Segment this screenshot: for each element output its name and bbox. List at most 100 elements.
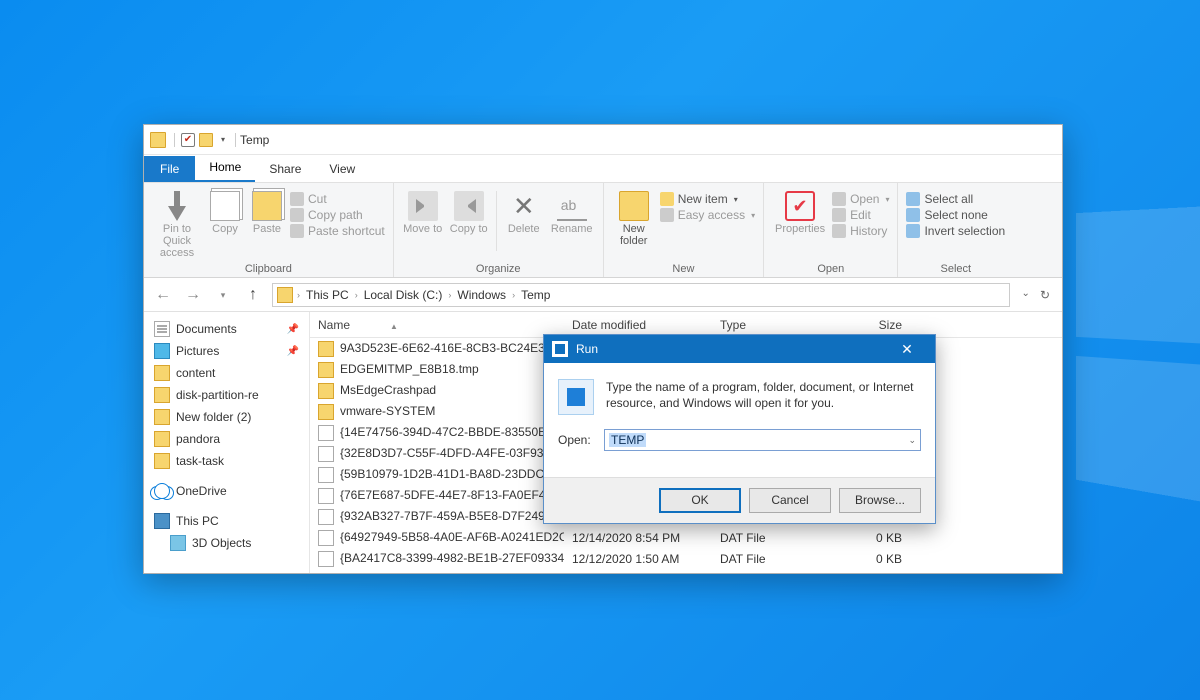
nav-tree: Documents📌 Pictures📌 content disk-partit…	[144, 312, 310, 573]
dropdown-icon[interactable]: ⌄	[908, 435, 916, 446]
run-app-icon	[558, 379, 594, 415]
cancel-button[interactable]: Cancel	[749, 488, 831, 513]
tree-disk[interactable]: disk-partition-re	[144, 384, 309, 406]
chevron-right-icon[interactable]: ›	[355, 290, 358, 300]
folder-icon	[318, 383, 334, 399]
folder-icon	[154, 365, 170, 381]
history-button[interactable]: History	[832, 224, 889, 238]
col-size: Size	[830, 318, 910, 332]
cut-button[interactable]: Cut	[290, 192, 385, 206]
close-button[interactable]: ✕	[887, 335, 927, 363]
onedrive-icon	[154, 483, 170, 499]
run-titlebar[interactable]: Run ✕	[544, 335, 935, 363]
folder-icon	[154, 431, 170, 447]
open-button[interactable]: Open▾	[832, 192, 889, 206]
delete-button[interactable]: ✕Delete	[503, 187, 545, 235]
3dobjects-icon	[170, 535, 186, 551]
col-name: Name▲	[310, 318, 564, 332]
crumb-c[interactable]: Local Disk (C:)	[362, 288, 445, 302]
tab-home[interactable]: Home	[195, 154, 255, 182]
table-row[interactable]: {BA2417C8-3399-4982-BE1B-27EF09334B12/12…	[310, 548, 1062, 569]
qat-properties-icon[interactable]	[181, 133, 195, 147]
copyto-button[interactable]: Copy to	[448, 187, 490, 235]
edit-button[interactable]: Edit	[832, 208, 889, 222]
ribbon-group-clipboard: Pin to Quick access Copy Paste Cut Copy …	[144, 183, 394, 277]
rename-button[interactable]: Rename	[549, 187, 595, 235]
browse-button[interactable]: Browse...	[839, 488, 921, 513]
nav-forward-button: →	[182, 284, 204, 306]
tree-thispc[interactable]: This PC	[144, 510, 309, 532]
properties-button[interactable]: Properties	[772, 187, 828, 235]
tree-onedrive[interactable]: OneDrive	[144, 480, 309, 502]
nav-up-button[interactable]: ↑	[242, 284, 264, 306]
window-title: Temp	[240, 133, 269, 147]
crumb-thispc[interactable]: This PC	[304, 288, 351, 302]
crumb-temp[interactable]: Temp	[519, 288, 552, 302]
chevron-right-icon[interactable]: ›	[297, 290, 300, 300]
qat-chevron-icon[interactable]: ▾	[221, 135, 225, 144]
copy-button[interactable]: Copy	[206, 187, 244, 235]
tree-documents[interactable]: Documents📌	[144, 318, 309, 340]
folder-icon	[318, 362, 334, 378]
table-row[interactable]: {64927949-5B58-4A0E-AF6B-A0241ED2C12/14/…	[310, 527, 1062, 548]
edit-icon	[832, 208, 846, 222]
tree-task[interactable]: task-task	[144, 450, 309, 472]
file-icon	[318, 446, 334, 462]
nav-back-button[interactable]: ←	[152, 284, 174, 306]
invert-button[interactable]: Invert selection	[906, 224, 1005, 238]
group-label: Select	[906, 263, 1005, 275]
easyaccess-icon	[660, 208, 674, 222]
qat-newfolder-icon[interactable]	[199, 133, 213, 147]
crumb-windows[interactable]: Windows	[455, 288, 508, 302]
breadcrumb[interactable]: › This PC › Local Disk (C:) › Windows › …	[272, 283, 1010, 307]
pin-icon	[162, 191, 192, 221]
ribbon-tabs: File Home Share View	[144, 155, 1062, 182]
pin-icon: 📌	[287, 324, 299, 335]
folder-icon	[277, 287, 293, 303]
folder-icon	[318, 404, 334, 420]
tab-view[interactable]: View	[315, 156, 369, 182]
run-title: Run	[576, 342, 598, 356]
tree-pandora[interactable]: pandora	[144, 428, 309, 450]
newfolder-button[interactable]: New folder	[612, 187, 656, 247]
tab-file[interactable]: File	[144, 156, 195, 182]
tree-3dobjects[interactable]: 3D Objects	[144, 532, 309, 554]
paste-icon	[252, 191, 282, 221]
copy-icon	[210, 191, 240, 221]
copypath-button[interactable]: Copy path	[290, 208, 385, 222]
easyaccess-button[interactable]: Easy access▾	[660, 208, 755, 222]
tree-content[interactable]: content	[144, 362, 309, 384]
tree-pictures[interactable]: Pictures📌	[144, 340, 309, 362]
group-label: Clipboard	[152, 263, 385, 275]
newitem-button[interactable]: New item▾	[660, 192, 755, 206]
refresh-button[interactable]: ↻	[1040, 288, 1050, 302]
pin-icon: 📌	[287, 346, 299, 357]
paste-shortcut-button[interactable]: Paste shortcut	[290, 224, 385, 238]
group-label: New	[612, 263, 755, 275]
selectnone-icon	[906, 208, 920, 222]
ok-button[interactable]: OK	[659, 488, 741, 513]
selectnone-button[interactable]: Select none	[906, 208, 1005, 222]
pin-button[interactable]: Pin to Quick access	[152, 187, 202, 259]
newitem-icon	[660, 192, 674, 206]
group-label: Organize	[402, 263, 595, 275]
separator	[174, 133, 175, 147]
sort-asc-icon: ▲	[390, 322, 398, 331]
chevron-right-icon[interactable]: ›	[448, 290, 451, 300]
addr-chevron-icon[interactable]: ⌄	[1022, 288, 1030, 302]
run-dialog: Run ✕ Type the name of a program, folder…	[543, 334, 936, 524]
document-icon	[154, 321, 170, 337]
nav-recent-button[interactable]: ▾	[212, 284, 234, 306]
chevron-right-icon[interactable]: ›	[512, 290, 515, 300]
tab-share[interactable]: Share	[255, 156, 315, 182]
moveto-button[interactable]: Move to	[402, 187, 444, 235]
folder-icon	[619, 191, 649, 221]
open-icon	[832, 192, 846, 206]
titlebar[interactable]: ▾ Temp	[144, 125, 1062, 155]
selectall-button[interactable]: Select all	[906, 192, 1005, 206]
open-input[interactable]: TEMP ⌄	[604, 429, 921, 451]
paste-button[interactable]: Paste	[248, 187, 286, 235]
tree-newfolder[interactable]: New folder (2)	[144, 406, 309, 428]
history-icon	[832, 224, 846, 238]
folder-icon	[150, 132, 166, 148]
